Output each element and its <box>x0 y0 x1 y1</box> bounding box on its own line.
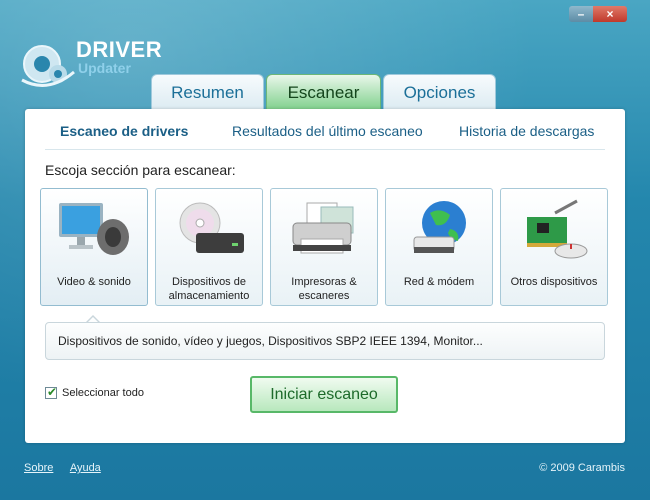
category-label: Video & sonido <box>57 276 131 288</box>
select-all-checkbox[interactable]: ✔ <box>45 385 58 399</box>
about-link[interactable]: Sobre <box>24 462 53 474</box>
disc-drive-icon <box>179 202 244 253</box>
app-logo: DRIVER Updater <box>18 34 162 94</box>
monitor-speaker-icon <box>59 203 129 255</box>
help-link[interactable]: Ayuda <box>70 462 101 474</box>
category-storage[interactable]: Dispositivos de almacenamiento <box>155 188 263 306</box>
subtab-last-results[interactable]: Resultados del último escaneo <box>232 123 423 139</box>
category-network[interactable]: Red & módem <box>385 188 493 306</box>
select-all-label: Seleccionar todo <box>62 387 144 399</box>
start-scan-button[interactable]: Iniciar escaneo <box>250 376 398 413</box>
copyright: © 2009 Carambis <box>539 462 625 474</box>
subtabs-divider <box>45 149 605 150</box>
subtabs: Escaneo de drivers Resultados del último… <box>25 109 625 151</box>
logo-subtitle: Updater <box>78 60 131 76</box>
category-label: Dispositivos de almacenamiento <box>168 276 250 302</box>
subtab-download-history[interactable]: Historia de descargas <box>459 123 594 139</box>
gear-logo-icon <box>21 45 75 87</box>
category-label: Red & módem <box>403 276 475 288</box>
category-list: Video & sonido Dispositivos de almacenam… <box>40 188 610 308</box>
printer-icon <box>292 202 354 254</box>
category-other[interactable]: Otros dispositivos <box>500 188 608 306</box>
category-video-sound[interactable]: Video & sonido <box>40 188 148 306</box>
tab-escanear[interactable]: Escanear <box>266 74 381 110</box>
tab-resumen[interactable]: Resumen <box>151 74 264 110</box>
close-button[interactable]: × <box>593 6 627 22</box>
app-window: DRIVER Updater – × Resumen Escanear Opci… <box>0 0 650 500</box>
main-tabs: Resumen Escanear Opciones <box>151 74 498 110</box>
category-label: Otros dispositivos <box>510 276 598 288</box>
tab-opciones[interactable]: Opciones <box>383 74 496 110</box>
window-controls: – × <box>569 6 627 22</box>
category-printers[interactable]: Impresoras & escaneres <box>270 188 378 306</box>
globe-modem-icon <box>413 201 466 253</box>
minimize-button[interactable]: – <box>569 6 593 22</box>
category-label: Impresoras & escaneres <box>291 276 357 302</box>
category-description: Dispositivos de sonido, vídeo y juegos, … <box>45 322 605 360</box>
section-prompt: Escoja sección para escanear: <box>45 162 236 178</box>
scan-panel: Escaneo de drivers Resultados del último… <box>25 109 625 443</box>
select-all[interactable]: ✔ Seleccionar todo <box>45 385 144 399</box>
pci-card-mouse-icon <box>527 199 588 259</box>
footer-links: Sobre Ayuda <box>24 462 115 474</box>
subtab-scan-drivers[interactable]: Escaneo de drivers <box>60 123 188 139</box>
check-icon: ✔ <box>47 385 58 399</box>
